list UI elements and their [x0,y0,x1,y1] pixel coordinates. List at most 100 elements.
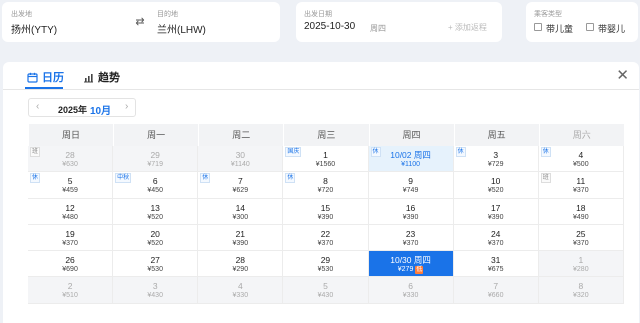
day-number: 30 [235,150,246,160]
swap-icon[interactable]: ⇄ [132,14,148,30]
day-price-line: ¥510 [28,291,112,300]
day-cell[interactable]: 13 ¥520 [113,198,199,225]
day-cell[interactable]: 19 ¥370 [28,224,114,252]
tab-trend[interactable]: 趋势 [83,68,120,86]
day-cell[interactable]: 休 7 ¥629 [198,172,284,199]
weekday-label: 周日 [28,124,113,146]
holiday-tag: 休 [540,147,551,157]
day-cell[interactable]: 3 ¥430 [113,277,199,304]
day-cell[interactable]: 国庆 1 ¥1560 [283,146,369,173]
weekday-label: 周二 [198,124,283,146]
day-cell[interactable]: 休 5 ¥459 [28,172,114,199]
day-price-line: ¥430 [283,291,367,300]
day-cell[interactable]: 15 ¥390 [283,198,369,225]
day-number: 8 [323,176,328,187]
date-selector[interactable]: 出发日期 2025-10-30 周四 + 添加返程 [296,2,502,42]
day-price-line: ¥430 [113,291,197,300]
day-price: ¥749 [402,187,419,195]
day-price-line: ¥675 [454,265,538,274]
day-price-line: ¥320 [539,291,623,300]
day-number: 18 [576,202,586,213]
day-number: 2 [67,281,73,292]
day-price: ¥430 [147,292,163,300]
day-cell[interactable]: 17 ¥390 [453,198,539,225]
day-price-line: ¥520 [454,186,538,195]
day-number: 4 [578,150,584,160]
day-price-line: ¥629 [198,186,282,195]
month-value[interactable]: 10月 [90,102,111,117]
day-cell[interactable]: 休 10/02 周四 ¥1100 [368,146,454,173]
day-price: ¥500 [573,161,589,168]
day-cell[interactable]: 26 ¥690 [28,251,114,278]
child-label: 带儿童 [546,24,574,34]
day-number: 12 [65,202,75,213]
day-number: 15 [320,202,331,213]
day-number: 4 [237,281,243,292]
day-cell[interactable]: 31 ¥675 [453,251,539,278]
day-cell[interactable]: 28 ¥290 [198,251,284,278]
day-cell[interactable]: 12 ¥480 [28,198,114,225]
from-field[interactable]: 扬州(YTY) [11,21,57,36]
day-cell[interactable]: 16 ¥390 [368,198,454,225]
day-cell[interactable]: 班 11 ¥370 [538,172,624,199]
day-price-line: ¥729 [454,160,538,169]
selected-day-cell[interactable]: 10/30 周四 ¥279 低 [368,251,454,278]
day-price: ¥690 [62,266,78,274]
day-cell[interactable]: 中秋 6 ¥450 [113,172,199,199]
day-cell[interactable]: 休 3 ¥729 [453,146,539,173]
to-field[interactable]: 兰州(LHW) [157,21,206,36]
child-checkbox[interactable] [534,23,542,31]
day-price: ¥490 [573,213,589,221]
day-cell[interactable]: 29 ¥530 [283,251,369,278]
day-cell[interactable]: 22 ¥370 [283,224,369,252]
day-cell[interactable]: 23 ¥370 [368,224,454,252]
day-cell[interactable]: 6 ¥330 [368,277,454,304]
day-price: ¥450 [147,187,163,195]
prev-month-icon[interactable]: ‹ [36,101,39,112]
date-field[interactable]: 2025-10-30 [304,21,355,32]
day-cell[interactable]: 2 ¥510 [28,277,114,304]
day-cell[interactable]: 4 ¥330 [198,277,284,304]
day-number: 31 [490,255,501,266]
day-number: 28 [235,255,246,266]
day-cell[interactable]: 7 ¥660 [453,277,539,304]
day-price: ¥510 [62,292,78,300]
day-cell[interactable]: 20 ¥520 [113,224,199,252]
day-cell[interactable]: 5 ¥430 [283,277,369,304]
close-icon[interactable]: ✕ [616,68,629,84]
day-cell[interactable]: 14 ¥300 [198,198,284,225]
view-tabs: 日历 趋势 ✕ [3,62,639,90]
passenger-type: 乘客类型 带儿童 带婴儿 [526,2,638,42]
day-cell[interactable]: 10 ¥520 [453,172,539,199]
day-cell[interactable]: 25 ¥370 [538,224,624,252]
day-cell[interactable]: 1 ¥280 [538,251,624,278]
day-price-line: ¥480 [28,213,112,222]
price-calendar-panel: 日历 趋势 ✕ ‹ 2025年 10月 › 周日 周一 周二 周三 周四 周五 周六 班 28… [3,62,639,323]
day-cell[interactable]: 休 8 ¥720 [283,172,369,199]
tab-calendar[interactable]: 日历 [27,68,64,86]
day-price: ¥520 [147,239,163,247]
day-cell[interactable]: 9 ¥749 [368,172,454,199]
day-price-line: ¥1560 [283,160,367,169]
infant-checkbox[interactable] [586,23,594,31]
date-weekday: 周四 [370,24,386,33]
calendar-grid: 周日 周一 周二 周三 周四 周五 周六 班 28 ¥630 29 ¥719 30 ¥1140 国庆 1 ¥1… [28,124,624,304]
day-cell[interactable]: 27 ¥530 [113,251,199,278]
day-cell[interactable]: 29 ¥719 [113,146,199,173]
day-price-line: ¥749 [369,186,453,195]
next-month-icon[interactable]: › [125,101,128,112]
day-cell[interactable]: 18 ¥490 [538,198,624,225]
day-cell[interactable]: 8 ¥320 [538,277,624,304]
day-cell[interactable]: 班 28 ¥630 [28,146,114,173]
day-cell[interactable]: 30 ¥1140 [198,146,284,173]
chart-icon [84,73,93,82]
day-cell[interactable]: 休 4 ¥500 [538,146,624,173]
day-price-line: ¥330 [369,291,453,300]
day-price: ¥370 [487,239,504,247]
day-number: 29 [320,255,331,266]
day-price-line: ¥1140 [198,160,282,169]
add-return-button[interactable]: + 添加返程 [448,22,487,33]
day-cell[interactable]: 24 ¥370 [453,224,539,252]
day-price: ¥1560 [315,161,336,168]
day-cell[interactable]: 21 ¥390 [198,224,284,252]
